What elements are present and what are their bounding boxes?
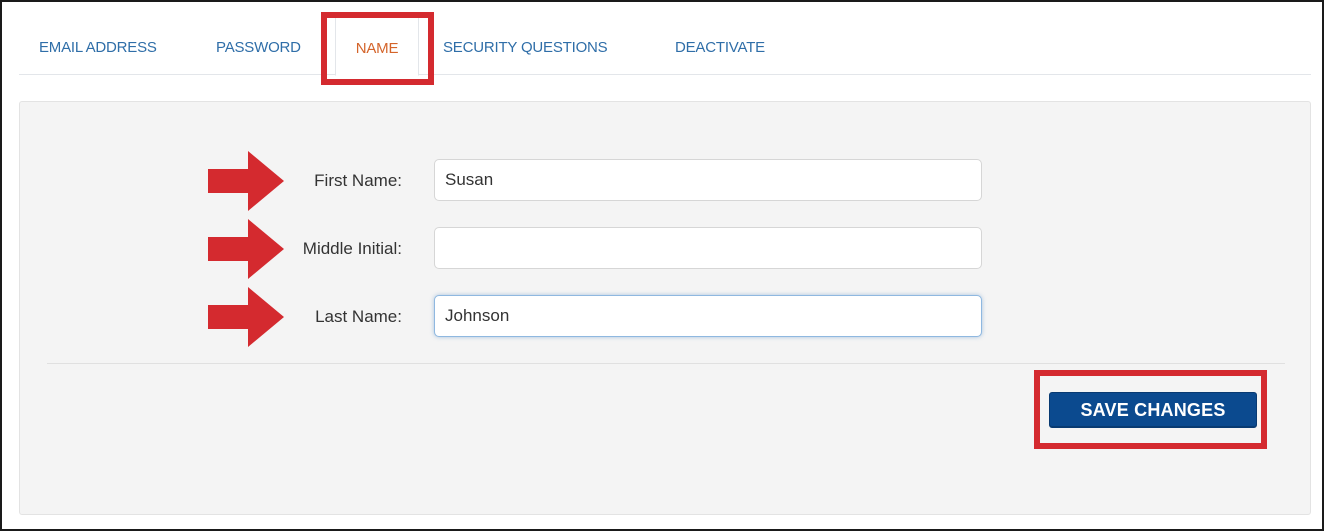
tab-security-questions[interactable]: SECURITY QUESTIONS (443, 17, 608, 75)
first-name-row: First Name: (20, 151, 1310, 211)
last-name-label: Last Name: (315, 307, 402, 326)
right-arrow-icon (208, 287, 284, 347)
middle-initial-label: Middle Initial: (302, 239, 402, 258)
first-name-label: First Name: (314, 171, 402, 190)
name-form-panel: First Name: Middle Initial: Last Name: S… (19, 101, 1311, 515)
middle-initial-row: Middle Initial: (20, 219, 1310, 279)
right-arrow-icon (208, 151, 284, 211)
save-changes-button[interactable]: SAVE CHANGES (1049, 392, 1257, 428)
tab-name[interactable]: NAME (335, 17, 419, 76)
page-frame: EMAIL ADDRESS PASSWORD NAME SECURITY QUE… (0, 0, 1324, 531)
first-name-input[interactable] (434, 159, 982, 201)
tab-password[interactable]: PASSWORD (216, 17, 301, 75)
last-name-row: Last Name: (20, 287, 1310, 347)
account-tabs: EMAIL ADDRESS PASSWORD NAME SECURITY QUE… (19, 17, 1311, 76)
tab-email-address[interactable]: EMAIL ADDRESS (39, 17, 157, 75)
form-divider (47, 363, 1285, 364)
tab-deactivate[interactable]: DEACTIVATE (675, 17, 765, 75)
right-arrow-icon (208, 219, 284, 279)
middle-initial-input[interactable] (434, 227, 982, 269)
last-name-input[interactable] (434, 295, 982, 337)
